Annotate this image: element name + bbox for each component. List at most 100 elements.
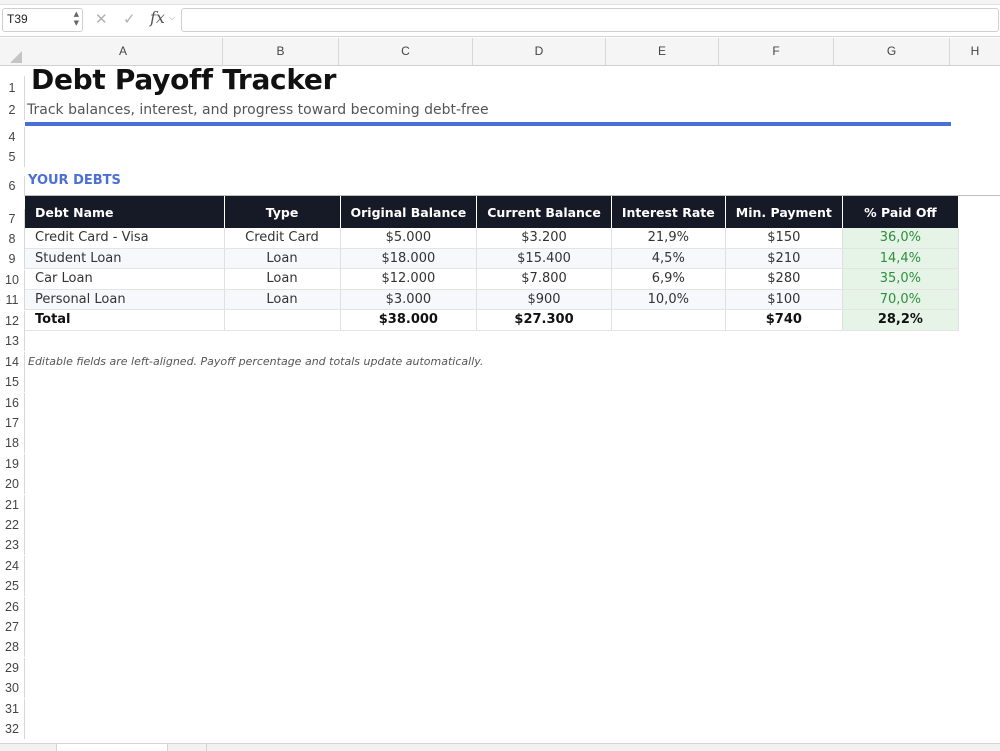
row-header-32[interactable]: 32 — [0, 719, 25, 739]
column-header-c[interactable]: C — [339, 38, 473, 65]
name-box[interactable]: T39 ▲ ▼ — [2, 8, 83, 32]
row-header-15[interactable]: 15 — [0, 372, 25, 392]
header-percent-paid[interactable]: % Paid Off — [842, 196, 959, 228]
total-current-balance[interactable]: $27.300 — [476, 309, 612, 331]
row-header-6[interactable]: 6 — [0, 176, 25, 196]
section-label[interactable]: YOUR DEBTS — [28, 173, 121, 188]
cell-interest-rate[interactable]: 4,5% — [611, 248, 726, 269]
column-headers: A B C D E F G H — [24, 38, 1000, 66]
cell-debt-name[interactable]: Credit Card - Visa — [25, 228, 225, 249]
cell-percent-paid[interactable]: 36,0% — [842, 228, 959, 249]
cell-debt-name[interactable]: Car Loan — [25, 268, 225, 290]
table-row: Car Loan Loan $12.000 $7.800 6,9% $280 3… — [25, 268, 959, 290]
row-header-19[interactable]: 19 — [0, 454, 25, 474]
row-header-18[interactable]: 18 — [0, 433, 25, 453]
row-header-9[interactable]: 9 — [0, 249, 25, 269]
total-interest-rate[interactable] — [611, 309, 726, 331]
cancel-icon[interactable]: ✕ — [95, 10, 108, 28]
header-debt-name[interactable]: Debt Name — [25, 196, 225, 228]
row-header-20[interactable]: 20 — [0, 474, 25, 494]
table-row: Credit Card - Visa Credit Card $5.000 $3… — [25, 228, 959, 249]
cell-current-balance[interactable]: $7.800 — [476, 268, 612, 290]
header-current-balance[interactable]: Current Balance — [476, 196, 612, 228]
header-original-balance[interactable]: Original Balance — [340, 196, 478, 228]
header-interest-rate[interactable]: Interest Rate — [611, 196, 726, 228]
cell-current-balance[interactable]: $3.200 — [476, 228, 612, 249]
function-icon[interactable]: fx — [150, 8, 165, 27]
total-label[interactable]: Total — [25, 309, 225, 331]
row-header-4[interactable]: 4 — [0, 127, 25, 147]
row-header-26[interactable]: 26 — [0, 597, 25, 617]
row-header-5[interactable]: 5 — [0, 147, 25, 167]
select-all-button[interactable] — [0, 38, 25, 66]
row-header-30[interactable]: 30 — [0, 678, 25, 698]
row-header-17[interactable]: 17 — [0, 413, 25, 433]
cell-min-payment[interactable]: $150 — [725, 228, 843, 249]
helper-note[interactable]: Editable fields are left-aligned. Payoff… — [28, 355, 483, 368]
row-header-14[interactable]: 14 — [0, 352, 25, 372]
cell-debt-name[interactable]: Student Loan — [25, 248, 225, 269]
name-box-stepper-icon[interactable]: ▲ ▼ — [74, 10, 79, 28]
header-min-payment[interactable]: Min. Payment — [725, 196, 843, 228]
total-percent-paid[interactable]: 28,2% — [842, 309, 959, 331]
row-header-12[interactable]: 12 — [0, 311, 25, 331]
cell-type[interactable]: Loan — [224, 289, 341, 310]
row-header-7[interactable]: 7 — [0, 209, 25, 229]
column-header-a[interactable]: A — [24, 38, 223, 65]
row-header-10[interactable]: 10 — [0, 270, 25, 290]
cell-interest-rate[interactable]: 10,0% — [611, 289, 726, 310]
total-type[interactable] — [224, 309, 341, 331]
cell-original-balance[interactable]: $5.000 — [340, 228, 478, 249]
cell-interest-rate[interactable]: 21,9% — [611, 228, 726, 249]
row-header-28[interactable]: 28 — [0, 637, 25, 657]
row-header-22[interactable]: 22 — [0, 515, 25, 535]
table-row: Personal Loan Loan $3.000 $900 10,0% $10… — [25, 289, 959, 310]
row-header-8[interactable]: 8 — [0, 229, 25, 249]
confirm-icon[interactable]: ✓ — [123, 10, 136, 28]
column-header-d[interactable]: D — [473, 38, 606, 65]
cell-type[interactable]: Loan — [224, 268, 341, 290]
column-header-g[interactable]: G — [834, 38, 950, 65]
row-header-2[interactable]: 2 — [0, 100, 25, 120]
row-header-13[interactable]: 13 — [0, 331, 25, 351]
sheet-subtitle[interactable]: Track balances, interest, and progress t… — [27, 102, 489, 118]
header-type[interactable]: Type — [224, 196, 341, 228]
row-header-25[interactable]: 25 — [0, 576, 25, 596]
cell-current-balance[interactable]: $900 — [476, 289, 612, 310]
cell-interest-rate[interactable]: 6,9% — [611, 268, 726, 290]
select-all-icon — [10, 51, 22, 63]
cell-min-payment[interactable]: $210 — [725, 248, 843, 269]
column-header-h[interactable]: H — [950, 38, 1000, 65]
cell-percent-paid[interactable]: 70,0% — [842, 289, 959, 310]
row-header-11[interactable]: 11 — [0, 290, 25, 310]
cell-percent-paid[interactable]: 35,0% — [842, 268, 959, 290]
cell-min-payment[interactable]: $100 — [725, 289, 843, 310]
total-original-balance[interactable]: $38.000 — [340, 309, 478, 331]
column-header-e[interactable]: E — [606, 38, 719, 65]
cell-type[interactable]: Loan — [224, 248, 341, 269]
cell-original-balance[interactable]: $3.000 — [340, 289, 478, 310]
sheet-title[interactable]: Debt Payoff Tracker — [31, 63, 336, 96]
cell-original-balance[interactable]: $12.000 — [340, 268, 478, 290]
cell-current-balance[interactable]: $15.400 — [476, 248, 612, 269]
row-header-27[interactable]: 27 — [0, 617, 25, 637]
column-header-f[interactable]: F — [719, 38, 834, 65]
cell-debt-name[interactable]: Personal Loan — [25, 289, 225, 310]
formula-input[interactable] — [181, 8, 999, 32]
column-header-b[interactable]: B — [223, 38, 339, 65]
row-header-1[interactable]: 1 — [0, 76, 25, 100]
row-header-21[interactable]: 21 — [0, 495, 25, 515]
row-header-29[interactable]: 29 — [0, 658, 25, 678]
row-header-16[interactable]: 16 — [0, 393, 25, 413]
total-row: Total $38.000 $27.300 $740 28,2% — [25, 309, 959, 331]
cell-original-balance[interactable]: $18.000 — [340, 248, 478, 269]
total-min-payment[interactable]: $740 — [725, 309, 843, 331]
row-header-24[interactable]: 24 — [0, 556, 25, 576]
cell-percent-paid[interactable]: 14,4% — [842, 248, 959, 269]
row-header-31[interactable]: 31 — [0, 699, 25, 719]
chevron-down-icon[interactable]: ⌵ — [169, 13, 175, 23]
row-header-23[interactable]: 23 — [0, 535, 25, 555]
name-box-value: T39 — [7, 12, 28, 26]
cell-type[interactable]: Credit Card — [224, 228, 341, 249]
cell-min-payment[interactable]: $280 — [725, 268, 843, 290]
